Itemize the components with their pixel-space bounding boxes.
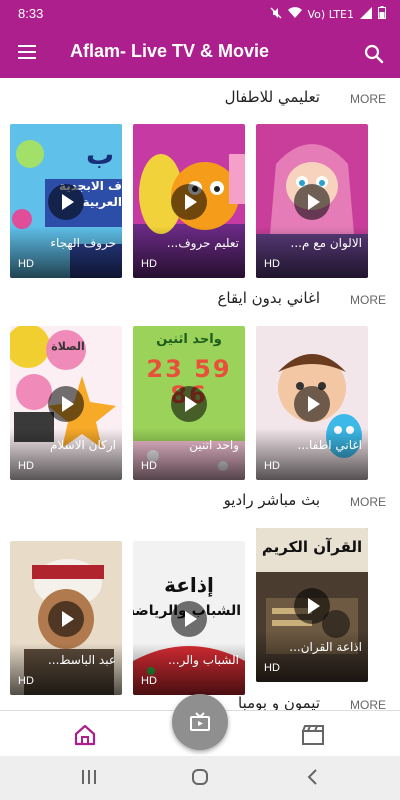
thumbnail-caption: واحد اثنين — [156, 332, 222, 347]
play-icon[interactable] — [48, 184, 84, 220]
video-card[interactable]: الالوان مع م... HD — [256, 124, 368, 278]
card-title: حروف الهجاء — [50, 236, 116, 250]
video-card[interactable]: عبد الباسط... HD — [10, 541, 122, 695]
play-icon[interactable] — [171, 601, 207, 637]
hd-badge: HD — [18, 258, 34, 270]
card-overlay — [133, 226, 245, 278]
play-icon[interactable] — [294, 184, 330, 220]
section-header: بث مباشر راديو MORE — [0, 487, 400, 517]
hd-badge: HD — [141, 675, 157, 687]
card-overlay — [133, 643, 245, 695]
thumbnail-caption: الصلاة — [51, 340, 85, 353]
card-title: عبد الباسط... — [47, 653, 116, 667]
hd-badge: HD — [264, 460, 280, 472]
section-title: بث مباشر راديو — [223, 491, 320, 509]
status-time: 8:33 — [18, 6, 44, 21]
card-overlay — [10, 643, 122, 695]
thumbnail-caption: إذاعة — [164, 573, 214, 597]
card-title: الشباب والر... — [168, 653, 239, 667]
play-icon[interactable] — [48, 601, 84, 637]
video-card[interactable]: القرآن الكريم اذاعة القران... HD — [256, 528, 368, 682]
hd-badge: HD — [18, 675, 34, 687]
home-icon[interactable] — [70, 721, 100, 749]
more-button[interactable]: MORE — [350, 495, 386, 509]
card-title: اركان الاسلام — [50, 438, 116, 452]
card-title: الالوان مع م... — [290, 236, 363, 250]
system-navigation-bar — [0, 756, 400, 800]
video-card[interactable]: إذاعة الشباب والرياضة الشباب والر... HD — [133, 541, 245, 695]
card-overlay — [256, 630, 368, 682]
thumbnail-caption: القرآن الكريم — [261, 538, 363, 556]
status-bar: 8:33 Vo) LTE1 — [0, 0, 400, 28]
hd-badge: HD — [264, 662, 280, 674]
play-icon[interactable] — [171, 386, 207, 422]
back-icon[interactable] — [304, 768, 322, 790]
hd-badge: HD — [141, 258, 157, 270]
play-icon[interactable] — [294, 386, 330, 422]
section-header: تعليمي للاطفال MORE — [0, 84, 400, 114]
card-title: اغاني اطفا... — [297, 438, 362, 452]
play-icon[interactable] — [171, 184, 207, 220]
video-card[interactable]: الصلاة اركان الاسلام HD — [10, 326, 122, 480]
card-title: تعليم حروف... — [166, 236, 239, 250]
home-circle-icon[interactable] — [191, 768, 209, 790]
mute-icon — [270, 7, 282, 22]
card-title: واحد اتنين — [189, 438, 239, 452]
card-overlay — [10, 428, 122, 480]
hd-badge: HD — [18, 460, 34, 472]
video-card[interactable]: واحد اثنين 23 59 86 واحد اتنين HD — [133, 326, 245, 480]
card-overlay — [133, 428, 245, 480]
wifi-icon — [287, 6, 302, 22]
battery-icon — [378, 6, 386, 22]
tv-icon — [190, 712, 210, 731]
app-bar: Aflam- Live TV & Movie — [0, 28, 400, 78]
section-header: اغاني بدون ايقاع MORE — [0, 285, 400, 315]
recent-apps-icon[interactable] — [80, 768, 98, 790]
play-icon[interactable] — [48, 386, 84, 422]
hd-badge: HD — [141, 460, 157, 472]
network-type-label: Vo) LTE1 — [307, 7, 354, 21]
movie-clapper-icon[interactable] — [300, 723, 326, 747]
section-title: تعليمي للاطفال — [224, 88, 320, 106]
thumbnail-letter: ب — [86, 138, 115, 171]
more-button[interactable]: MORE — [350, 698, 386, 710]
play-icon[interactable] — [294, 588, 330, 624]
section-title: تيمون و بومبا — [238, 694, 320, 710]
video-card[interactable]: تعليم حروف... HD — [133, 124, 245, 278]
search-icon[interactable] — [360, 40, 388, 68]
menu-icon[interactable] — [12, 41, 42, 65]
section-title: اغاني بدون ايقاع — [217, 289, 320, 307]
status-icons: Vo) LTE1 — [270, 6, 386, 22]
app-title: Aflam- Live TV & Movie — [70, 41, 270, 61]
video-card[interactable]: ف الابجدية العربية ب حروف الهجاء HD — [10, 124, 122, 278]
card-overlay — [256, 428, 368, 480]
content-list[interactable]: تعليمي للاطفال MORE ف الابجدية العربية ب… — [0, 78, 400, 710]
hd-badge: HD — [264, 258, 280, 270]
more-button[interactable]: MORE — [350, 92, 386, 106]
video-card[interactable]: اغاني اطفا... HD — [256, 326, 368, 480]
live-tv-fab[interactable] — [172, 694, 228, 750]
card-overlay — [10, 226, 122, 278]
card-title: اذاعة القران... — [289, 640, 362, 654]
card-overlay — [256, 226, 368, 278]
signal-icon — [360, 6, 372, 22]
more-button[interactable]: MORE — [350, 293, 386, 307]
